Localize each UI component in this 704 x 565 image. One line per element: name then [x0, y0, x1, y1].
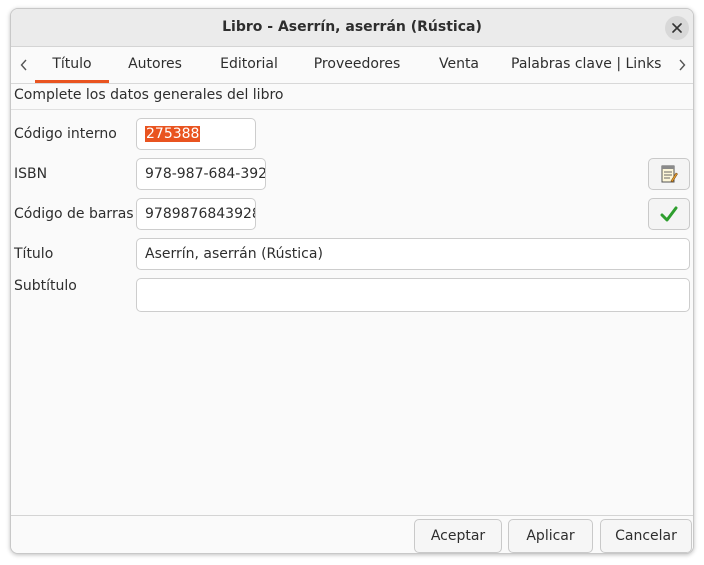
checkmark-icon	[660, 206, 678, 222]
cancel-button[interactable]: Cancelar	[600, 519, 692, 553]
codigo-interno-input[interactable]: 275388	[136, 118, 256, 150]
codigo-interno-label: Código interno	[14, 126, 117, 142]
tab-scroll-right[interactable]	[671, 47, 693, 83]
tab-proveedores[interactable]: Proveedores	[307, 47, 407, 83]
isbn-input[interactable]: 978-987-684-392-	[136, 158, 266, 190]
dialog-window: Libro - Aserrín, aserrán (Rústica) Títul…	[10, 8, 694, 554]
codigo-barras-label: Código de barras	[14, 206, 134, 222]
chevron-right-icon	[679, 59, 686, 71]
titulo-label: Título	[14, 246, 54, 262]
title-bar: Libro - Aserrín, aserrán (Rústica)	[11, 9, 693, 47]
isbn-tool-button[interactable]	[648, 158, 690, 190]
tab-editorial[interactable]: Editorial	[211, 47, 287, 83]
titulo-input[interactable]: Aserrín, aserrán (Rústica)	[136, 238, 690, 270]
section-divider	[11, 109, 693, 110]
isbn-label: ISBN	[14, 166, 48, 182]
codigo-barras-input[interactable]: 9789876843928	[136, 198, 256, 230]
tab-titulo[interactable]: Título	[35, 47, 109, 83]
section-header: Complete los datos generales del libro	[14, 87, 284, 103]
tab-bar: Título Autores Editorial Proveedores Ven…	[11, 47, 693, 84]
dialog-button-bar: Aceptar Aplicar Cancelar	[11, 515, 693, 553]
close-icon	[672, 23, 682, 33]
close-button[interactable]	[665, 16, 689, 40]
chevron-left-icon	[20, 59, 27, 71]
apply-button[interactable]: Aplicar	[508, 519, 593, 553]
notepad-edit-icon	[661, 165, 678, 183]
window-title: Libro - Aserrín, aserrán (Rústica)	[222, 19, 482, 35]
tab-scroll-left[interactable]	[13, 47, 35, 83]
subtitulo-label: Subtítulo	[14, 278, 77, 294]
tab-autores[interactable]: Autores	[119, 47, 191, 83]
codigo-interno-value: 275388	[145, 126, 201, 142]
subtitulo-input[interactable]	[136, 278, 690, 312]
barcode-check-button[interactable]	[648, 198, 690, 230]
tab-venta[interactable]: Venta	[431, 47, 487, 83]
accept-button[interactable]: Aceptar	[414, 519, 502, 553]
tab-palabras-clave[interactable]: Palabras clave | Links	[511, 47, 661, 83]
